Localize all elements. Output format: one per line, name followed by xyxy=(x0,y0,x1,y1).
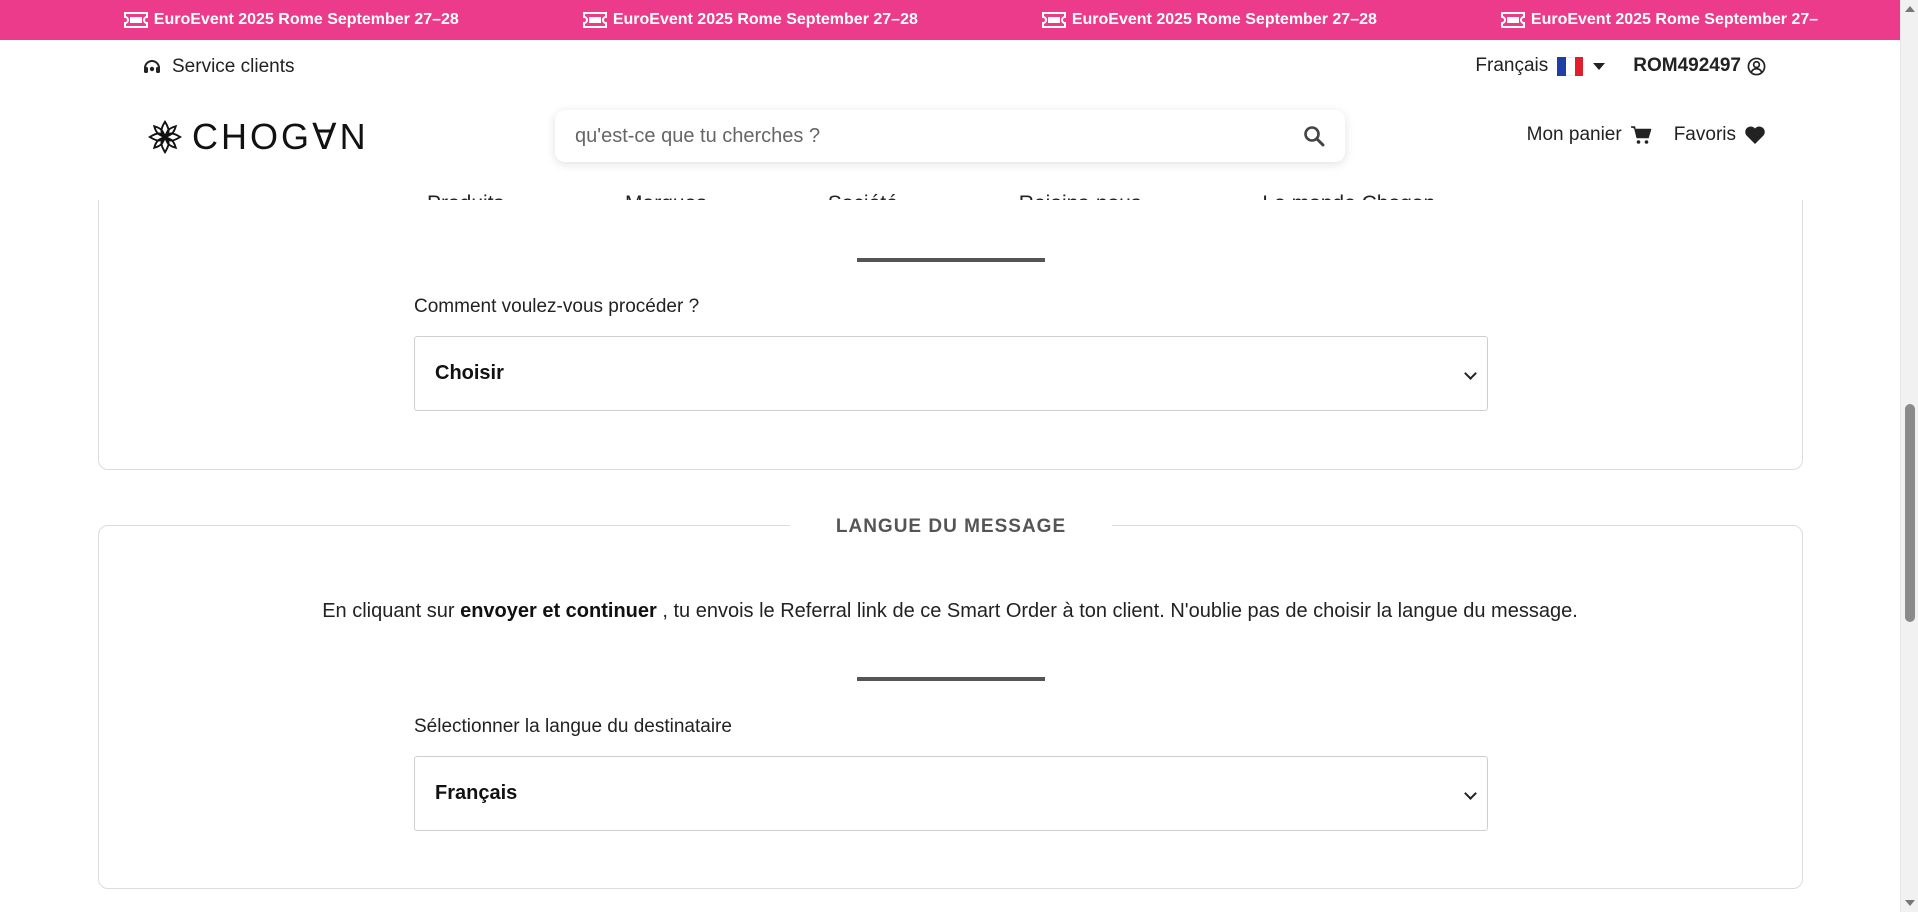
info-suffix: , tu envois le Referral link de ce Smart… xyxy=(656,600,1578,622)
promo-ticker: 28 EuroEvent 2025 Rome September 27–28 E… xyxy=(0,0,1900,40)
ticket-icon xyxy=(123,12,148,28)
brand-wordmark: CHOGⱯN xyxy=(192,116,369,157)
procedure-select[interactable]: Choisir xyxy=(414,336,1488,411)
referral-info-text: En cliquant sur envoyer et continuer , t… xyxy=(0,600,1900,623)
account-id: ROM492497 xyxy=(1633,55,1741,76)
scrollbar-thumb[interactable] xyxy=(1905,404,1915,622)
search-bar xyxy=(555,110,1345,162)
ticker-item-text: EuroEvent 2025 Rome September 27–28 xyxy=(612,11,918,28)
caret-down-icon xyxy=(1593,62,1606,70)
ticker-item[interactable]: EuroEvent 2025 Rome September 27–28 xyxy=(582,11,918,29)
page-scrollbar[interactable] xyxy=(1900,0,1918,912)
ticker-item-text: EuroEvent 2025 Rome September 27–28 xyxy=(153,11,459,28)
ticker-item-text: EuroEvent 2025 Rome September 27– xyxy=(1530,11,1819,28)
cart-favorites: Mon panier Favoris xyxy=(1527,124,1766,146)
language-label: Français xyxy=(1475,55,1549,76)
recipient-language-value: Français xyxy=(435,782,518,804)
account-link[interactable]: ROM492497 xyxy=(1633,55,1766,77)
ticker-item[interactable]: EuroEvent 2025 Rome September 27– xyxy=(1500,11,1819,29)
info-bold: envoyer et continuer xyxy=(460,600,657,622)
favorites-link[interactable]: Favoris xyxy=(1674,124,1766,146)
headset-icon xyxy=(144,60,160,73)
service-clients-link[interactable]: Service clients xyxy=(142,56,295,78)
procedure-card xyxy=(98,200,1803,470)
ticker-item[interactable]: EuroEvent 2025 Rome September 27–28 xyxy=(123,11,459,29)
search-icon[interactable] xyxy=(1303,125,1325,147)
ticker-item-text: EuroEvent 2025 Rome September 27–28 xyxy=(1071,11,1377,28)
cart-icon xyxy=(1630,126,1651,144)
user-circle-icon xyxy=(1747,57,1766,75)
scroll-down-icon[interactable] xyxy=(1905,900,1915,906)
ticket-icon xyxy=(1041,12,1066,28)
section-divider xyxy=(857,677,1045,681)
ticket-icon xyxy=(582,12,607,28)
cart-label: Mon panier xyxy=(1526,124,1622,145)
flower-logo-icon xyxy=(148,120,182,154)
recipient-language-label: Sélectionner la langue du destinataire xyxy=(414,716,732,737)
chevron-down-icon xyxy=(1464,787,1477,800)
ticker-track: 28 EuroEvent 2025 Rome September 27–28 E… xyxy=(0,0,1900,40)
scroll-up-icon[interactable] xyxy=(1905,6,1915,12)
brand-logo[interactable]: CHOGⱯN xyxy=(146,116,369,158)
service-clients-label: Service clients xyxy=(172,56,295,77)
heart-icon xyxy=(1745,126,1765,144)
search-input[interactable] xyxy=(575,124,1303,148)
chevron-down-icon xyxy=(1464,367,1477,380)
procedure-select-value: Choisir xyxy=(435,362,504,384)
cart-link[interactable]: Mon panier xyxy=(1527,124,1652,146)
procedure-label: Comment voulez-vous procéder ? xyxy=(414,296,700,317)
info-prefix: En cliquant sur xyxy=(322,600,461,622)
language-selector[interactable]: Français xyxy=(1475,55,1606,77)
ticket-icon xyxy=(1500,12,1525,28)
france-flag-icon xyxy=(1557,56,1584,76)
favorites-label: Favoris xyxy=(1673,124,1736,145)
message-language-card xyxy=(98,525,1803,889)
ticker-item[interactable]: EuroEvent 2025 Rome September 27–28 xyxy=(1041,11,1377,29)
section-divider xyxy=(857,258,1045,262)
utility-right: Français ROM492497 xyxy=(1475,55,1766,77)
recipient-language-select[interactable]: Français xyxy=(414,756,1488,831)
section-title: LANGUE DU MESSAGE xyxy=(790,512,1112,542)
